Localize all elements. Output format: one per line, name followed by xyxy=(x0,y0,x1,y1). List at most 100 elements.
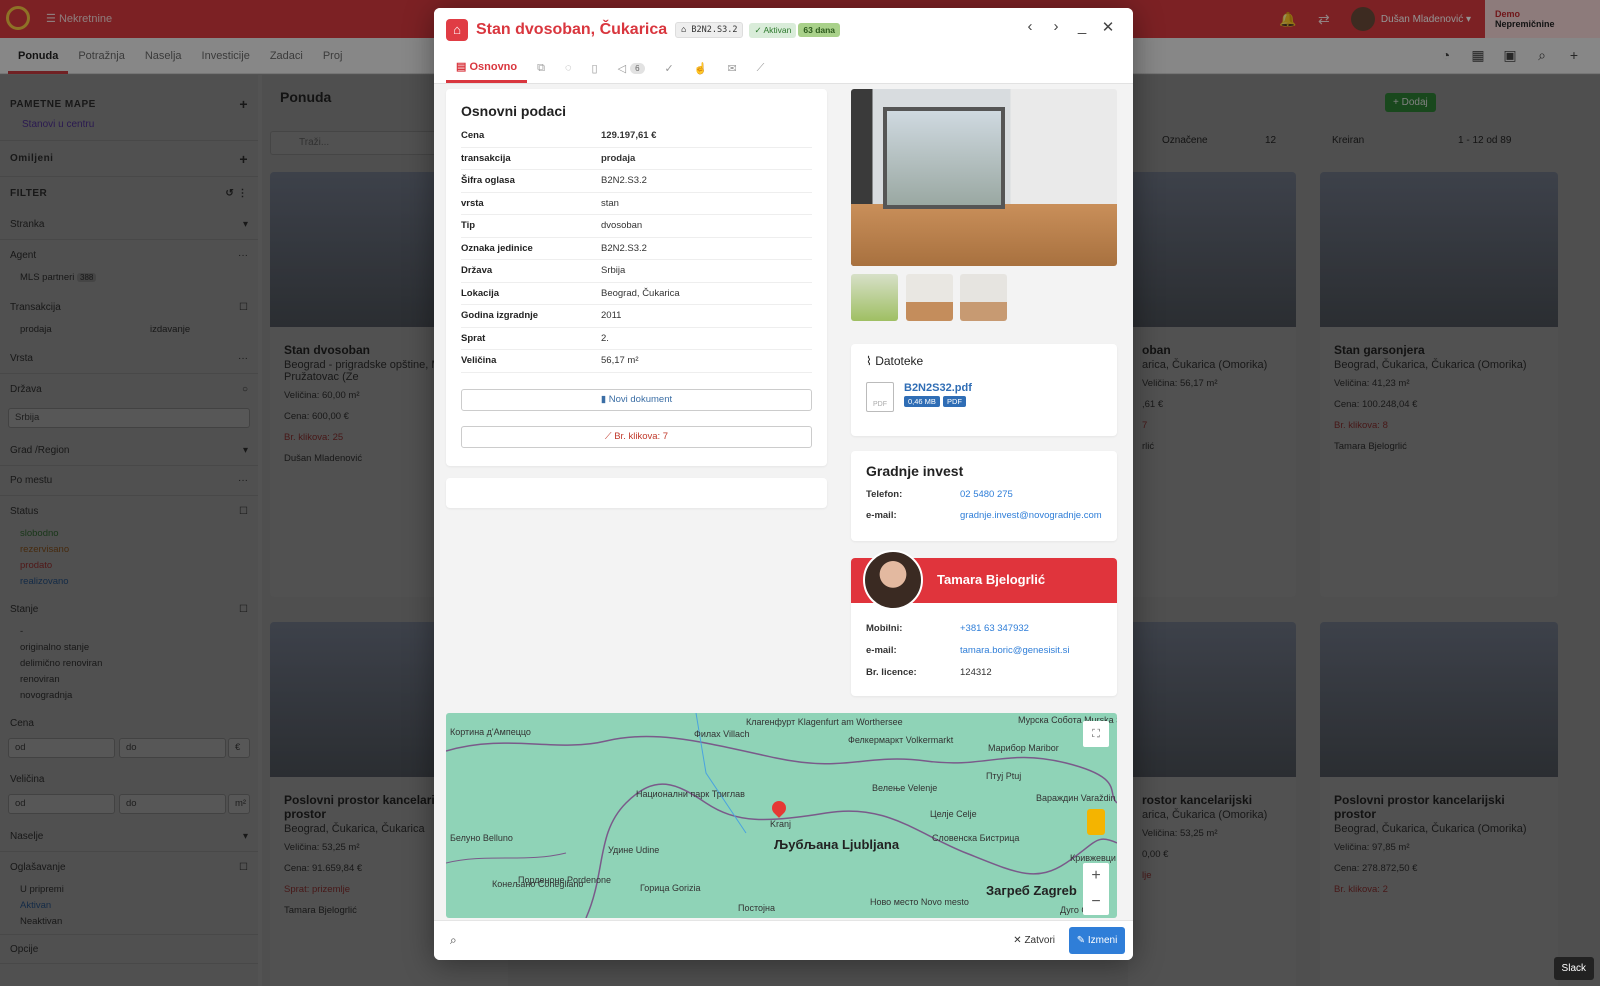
agent-avatar xyxy=(863,550,923,610)
info-value: prodaja xyxy=(601,152,636,164)
info-value: 2011 xyxy=(601,310,622,322)
close-button[interactable]: ✕ Zatvori xyxy=(1013,935,1055,946)
info-key: transakcija xyxy=(461,152,511,164)
info-row: Sprat 2. xyxy=(461,328,812,350)
tab-comments[interactable]: ◌ xyxy=(555,53,582,83)
mobile-label: Mobilni: xyxy=(866,623,903,634)
street-view-icon[interactable] xyxy=(1087,809,1105,835)
agent-header: Tamara Bjelogrlić xyxy=(851,550,1117,610)
close-icon[interactable]: ✕ xyxy=(1095,18,1121,36)
minimize-icon[interactable]: _ xyxy=(1069,18,1095,36)
map-label: Велење Velenje xyxy=(872,783,938,793)
map-label: Загреб Zagreb xyxy=(986,883,1077,898)
info-key: Šifra oglasa xyxy=(461,175,515,187)
map-label: Постојна xyxy=(738,903,775,913)
clicks-button[interactable]: ⟋ Br. klikova: 7 xyxy=(461,425,812,448)
panel-title: Osnovni podaci xyxy=(461,103,567,119)
info-value: 56,17 m² xyxy=(601,355,639,367)
tab-ads[interactable]: ◁ 6 xyxy=(608,53,655,83)
map-label: Kranj xyxy=(770,819,792,829)
copy-icon: ⧉ xyxy=(537,61,545,74)
thumbnail[interactable] xyxy=(960,274,1007,321)
hand-icon: ☝ xyxy=(693,62,708,75)
info-value: dvosoban xyxy=(601,220,643,232)
file-icon: ▮ xyxy=(600,393,609,405)
thumbnail[interactable] xyxy=(906,274,953,321)
seller-email-link[interactable]: gradnje.invest@novogradnje.com xyxy=(960,510,1102,521)
tab-copy[interactable]: ⧉ xyxy=(527,53,555,83)
info-value: Srbija xyxy=(601,265,626,277)
tab-files[interactable]: ▯ xyxy=(582,53,608,83)
info-row: Oznaka jedinice B2N2.S3.2 xyxy=(461,238,812,260)
agent-name: Tamara Bjelogrlić xyxy=(937,572,1046,587)
new-document-button[interactable]: ▮ Novi dokument xyxy=(461,388,812,411)
tab-mail[interactable]: ✉ xyxy=(717,53,746,83)
map-label: Марибор Maribor xyxy=(988,743,1059,753)
map-label: Удине Udine xyxy=(608,845,660,855)
zoom-controls[interactable]: + − xyxy=(1083,863,1109,915)
licence-label: Br. licence: xyxy=(866,667,917,678)
modal-title: Stan dvosoban, Čukarica xyxy=(476,21,668,38)
map-label: Љубљана Ljubljana xyxy=(774,837,900,852)
tab-osnovno[interactable]: ▤ Osnovno xyxy=(446,53,528,83)
chart-icon: ⟋ xyxy=(756,61,765,74)
agent-email-link[interactable]: tamara.boric@genesisit.si xyxy=(960,645,1069,656)
document-icon: ▤ xyxy=(456,61,470,73)
info-row: transakcija prodaja xyxy=(461,148,812,170)
file-link[interactable]: B2N2S32.pdf xyxy=(904,382,972,394)
map-label: Вараждин Varaždin xyxy=(1036,793,1116,803)
thumbnail[interactable] xyxy=(851,274,898,321)
tag-icon: ⌂ xyxy=(681,25,692,35)
prev-icon[interactable]: ‹ xyxy=(1017,18,1043,36)
info-value: 2. xyxy=(601,332,609,344)
info-row: Cena 129.197,61 € xyxy=(461,125,812,148)
map-label: Словенска Бистрица xyxy=(932,833,1020,843)
tab-clicks[interactable]: ☝ xyxy=(684,53,718,83)
file-type-badge: PDF xyxy=(942,396,966,407)
main-photo[interactable] xyxy=(851,89,1117,266)
close-label: Zatvori xyxy=(1024,935,1055,946)
next-icon[interactable]: › xyxy=(1043,18,1069,36)
info-row: Država Srbija xyxy=(461,260,812,283)
fullscreen-icon[interactable]: ⛶ xyxy=(1083,721,1109,747)
paperclip-icon: ⌇ xyxy=(866,354,876,368)
info-row: Šifra oglasa B2N2.S3.2 xyxy=(461,170,812,193)
mail-icon: ✉ xyxy=(727,62,737,75)
map-label: Национални парк Триглав xyxy=(636,789,745,799)
seller-title: Gradnje invest xyxy=(866,463,964,479)
info-key: Lokacija xyxy=(461,287,500,299)
agent-licence: 124312 xyxy=(960,667,992,678)
map-label: Филах Villach xyxy=(694,729,750,739)
map[interactable]: Кортина д'Ампеццо Филах Villach Клагенфурт… xyxy=(446,713,1117,918)
slack-button[interactable]: Slack xyxy=(1553,957,1594,980)
pdf-icon: PDF xyxy=(866,382,894,412)
edit-button[interactable]: ✎ Izmeni xyxy=(1069,927,1125,954)
seller-phone-link[interactable]: 02 5480 275 xyxy=(960,489,1013,500)
info-value: B2N2.S3.2 xyxy=(601,242,647,254)
info-value: Beograd, Čukarica xyxy=(601,287,680,299)
status-text: Aktivan xyxy=(763,24,792,35)
info-row: Tip dvosoban xyxy=(461,215,812,238)
search-icon[interactable]: ⌕ xyxy=(450,933,457,948)
modal-header: ⌂ Stan dvosoban, Čukarica ⌂ B2N2.S3.2 ✓ … xyxy=(434,8,1133,52)
tab-stats[interactable]: ⟋ xyxy=(747,53,775,83)
map-label: Фелкермаркт Volkermarkt xyxy=(848,735,954,745)
email-label: e-mail: xyxy=(866,510,897,521)
empty-panel xyxy=(446,478,827,508)
info-key: Oznaka jedinice xyxy=(461,242,533,254)
map-label: Клагенфурт Klagenfurt am Worthersee xyxy=(746,717,903,727)
edit-label: Izmeni xyxy=(1087,935,1118,946)
info-value: B2N2.S3.2 xyxy=(601,175,647,187)
info-key: Cena xyxy=(461,130,485,142)
check-icon: ✓ xyxy=(664,62,674,75)
ads-count: 6 xyxy=(630,62,645,74)
agent-mobile-link[interactable]: +381 63 347932 xyxy=(960,623,1029,634)
map-label: Белуно Belluno xyxy=(450,833,513,843)
info-row: vrsta stan xyxy=(461,193,812,215)
modal-footer: ⌕ ✕ Zatvori ✎ Izmeni xyxy=(434,920,1133,960)
email-label: e-mail: xyxy=(866,645,897,656)
clicks-label: Br. klikova: 7 xyxy=(614,430,669,442)
tab-tasks[interactable]: ✓ xyxy=(655,53,684,83)
info-key: Tip xyxy=(461,220,476,232)
info-key: vrsta xyxy=(461,197,484,209)
